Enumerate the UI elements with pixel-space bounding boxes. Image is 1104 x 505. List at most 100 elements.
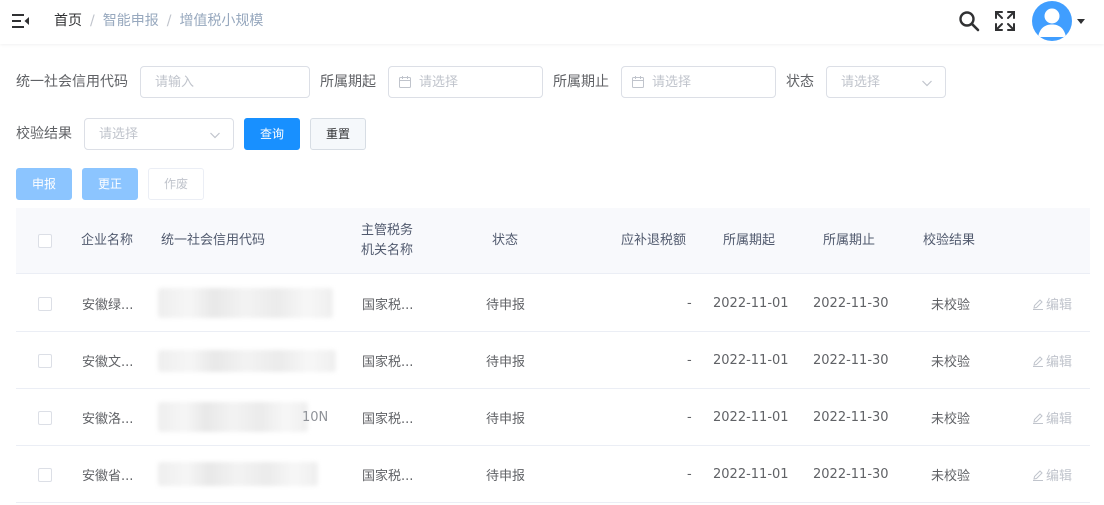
period-end-cell: 2022-11-30 <box>813 353 889 368</box>
breadcrumb-smart-declare[interactable]: 智能申报 <box>103 13 159 29</box>
tax-authority-cell: 国家税... <box>362 412 414 427</box>
user-icon <box>1038 8 1066 37</box>
edit-icon <box>1033 412 1043 424</box>
refund-cell: - <box>687 296 692 311</box>
search-icon[interactable] <box>958 10 980 32</box>
correct-button[interactable]: 更正 <box>82 168 138 200</box>
edit-link[interactable]: 编辑 <box>1032 446 1072 503</box>
refund-cell: - <box>687 353 692 368</box>
period-end-cell: 2022-11-30 <box>813 410 889 425</box>
edit-label: 编辑 <box>1046 412 1073 427</box>
column-header-company: 企业名称 <box>81 233 134 248</box>
edit-label: 编辑 <box>1046 355 1073 370</box>
edit-link[interactable]: 编辑 <box>1032 275 1072 332</box>
period-end-input[interactable] <box>622 67 775 97</box>
period-start-label: 所属期起 <box>320 74 376 90</box>
check-result-cell: 未校验 <box>931 469 971 484</box>
calendar-icon <box>399 76 411 88</box>
check-result-select <box>84 118 234 150</box>
column-header-refund: 应补退税额 <box>621 233 687 248</box>
refund-cell: - <box>687 467 692 482</box>
breadcrumb-home[interactable]: 首页 <box>54 13 82 29</box>
table-row[interactable]: 安徽绿... 国家税... 待申报 - 2022-11-01 2022-11-3… <box>16 275 1090 332</box>
breadcrumb: 首页 / 智能申报 / 增值税小规模 <box>54 12 263 30</box>
edit-icon <box>1033 355 1043 367</box>
period-end-cell: 2022-11-30 <box>813 296 889 311</box>
column-header-period-end: 所属期止 <box>823 233 876 248</box>
redacted-credit-code <box>158 288 333 318</box>
breadcrumb-separator: / <box>90 13 95 29</box>
edit-label: 编辑 <box>1046 469 1073 484</box>
credit-code-input[interactable] <box>141 67 309 97</box>
column-header-period-start: 所属期起 <box>723 233 776 248</box>
row-checkbox[interactable] <box>38 297 52 311</box>
company-name-cell: 安徽省... <box>82 469 134 484</box>
row-checkbox[interactable] <box>38 354 52 368</box>
edit-icon <box>1033 469 1043 481</box>
top-navbar: 首页 / 智能申报 / 增值税小规模 <box>0 0 1104 44</box>
redacted-credit-code <box>158 462 318 486</box>
row-checkbox[interactable] <box>38 468 52 482</box>
period-end-label: 所属期止 <box>553 74 609 90</box>
tax-authority-cell: 国家税... <box>362 298 414 313</box>
redacted-credit-code <box>158 350 336 372</box>
select-all-checkbox[interactable] <box>38 234 52 248</box>
status-select <box>826 66 946 98</box>
caret-down-icon[interactable] <box>1077 19 1085 24</box>
period-start-cell: 2022-11-01 <box>713 353 789 368</box>
period-end-picker <box>621 66 776 98</box>
redacted-credit-code <box>158 402 308 432</box>
table-row[interactable]: 安徽文... 国家税... 待申报 - 2022-11-01 2022-11-3… <box>16 332 1090 389</box>
column-header-credit-code: 统一社会信用代码 <box>161 233 266 248</box>
status-cell: 待申报 <box>486 298 526 313</box>
query-button[interactable]: 查询 <box>244 118 300 150</box>
hamburger-menu-icon[interactable] <box>12 12 30 30</box>
user-avatar[interactable] <box>1032 1 1072 41</box>
chevron-down-icon <box>210 132 220 139</box>
period-start-picker <box>388 66 543 98</box>
credit-code-label: 统一社会信用代码 <box>16 74 128 90</box>
column-header-check-result: 校验结果 <box>923 233 976 248</box>
company-name-cell: 安徽绿... <box>82 298 134 313</box>
check-result-cell: 未校验 <box>931 355 971 370</box>
company-name-cell: 安徽文... <box>82 355 134 370</box>
table-row[interactable]: 安徽洛... 10N 国家税... 待申报 - 2022-11-01 2022-… <box>16 389 1090 446</box>
table-header: 企业名称 统一社会信用代码 主管税务 机关名称 状态 应补退税额 所属期起 所属… <box>16 208 1090 274</box>
edit-icon <box>1033 298 1043 310</box>
column-header-tax-authority: 主管税务 机关名称 <box>361 208 413 274</box>
check-result-label: 校验结果 <box>16 126 72 142</box>
column-header-tax-authority-line2: 机关名称 <box>361 243 414 258</box>
tax-authority-cell: 国家税... <box>362 355 414 370</box>
edit-link[interactable]: 编辑 <box>1032 389 1072 446</box>
column-header-status: 状态 <box>492 233 519 248</box>
reset-button[interactable]: 重置 <box>310 118 366 150</box>
status-cell: 待申报 <box>486 469 526 484</box>
status-cell: 待申报 <box>486 412 526 427</box>
void-button[interactable]: 作废 <box>148 168 204 200</box>
breadcrumb-separator: / <box>166 13 172 29</box>
company-name-cell: 安徽洛... <box>82 412 134 427</box>
chevron-down-icon <box>922 80 932 87</box>
column-header-tax-authority-line1: 主管税务 <box>361 223 414 238</box>
status-cell: 待申报 <box>486 355 526 370</box>
table-row[interactable]: 安徽省... 国家税... 待申报 - 2022-11-01 2022-11-3… <box>16 446 1090 503</box>
credit-code-visible-suffix: 10N <box>302 410 329 425</box>
declare-button[interactable]: 申报 <box>16 168 72 200</box>
credit-code-input-wrapper <box>140 66 310 98</box>
period-end-cell: 2022-11-30 <box>813 467 889 482</box>
check-result-cell: 未校验 <box>931 298 971 313</box>
tax-authority-cell: 国家税... <box>362 469 414 484</box>
edit-label: 编辑 <box>1046 298 1073 313</box>
breadcrumb-current: 增值税小规模 <box>179 13 264 29</box>
period-start-cell: 2022-11-01 <box>713 410 789 425</box>
period-start-cell: 2022-11-01 <box>713 467 789 482</box>
period-start-input[interactable] <box>389 67 542 97</box>
calendar-icon <box>632 76 644 88</box>
row-checkbox[interactable] <box>38 411 52 425</box>
check-result-cell: 未校验 <box>931 412 971 427</box>
status-label: 状态 <box>786 74 814 90</box>
fullscreen-icon[interactable] <box>994 10 1016 32</box>
refund-cell: - <box>687 410 692 425</box>
period-start-cell: 2022-11-01 <box>713 296 789 311</box>
edit-link[interactable]: 编辑 <box>1032 332 1072 389</box>
